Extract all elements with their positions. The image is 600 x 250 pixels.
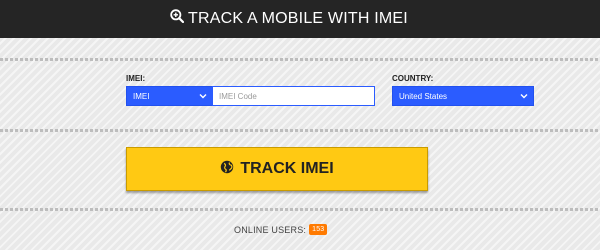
chevron-down-icon bbox=[519, 91, 529, 103]
country-select[interactable]: United States bbox=[392, 86, 534, 106]
track-imei-label: TRACK IMEI bbox=[240, 160, 334, 177]
imei-type-select[interactable]: IMEI bbox=[126, 86, 213, 106]
chevron-down-icon bbox=[198, 91, 208, 103]
imei-code-input[interactable]: IMEI Code bbox=[212, 86, 375, 106]
imei-type-value: IMEI bbox=[133, 91, 150, 101]
online-users: ONLINE USERS: 153 bbox=[234, 224, 328, 235]
page-title: TRACK A MOBILE WITH IMEI bbox=[188, 9, 408, 27]
divider bbox=[0, 208, 600, 211]
divider bbox=[0, 129, 600, 132]
country-value: United States bbox=[399, 91, 448, 101]
imei-label: IMEI: bbox=[126, 74, 146, 83]
header-title: TRACK A MOBILE WITH IMEI bbox=[170, 9, 408, 28]
imei-code-placeholder: IMEI Code bbox=[219, 91, 257, 101]
country-label: COUNTRY: bbox=[392, 74, 434, 83]
online-users-label: ONLINE USERS: bbox=[234, 224, 307, 235]
online-users-count-badge: 153 bbox=[309, 224, 328, 235]
globe-icon bbox=[220, 160, 234, 179]
divider bbox=[0, 58, 600, 61]
search-plus-icon bbox=[170, 9, 185, 28]
header-bar: TRACK A MOBILE WITH IMEI bbox=[0, 0, 600, 38]
track-imei-button[interactable]: TRACK IMEI bbox=[126, 147, 428, 191]
